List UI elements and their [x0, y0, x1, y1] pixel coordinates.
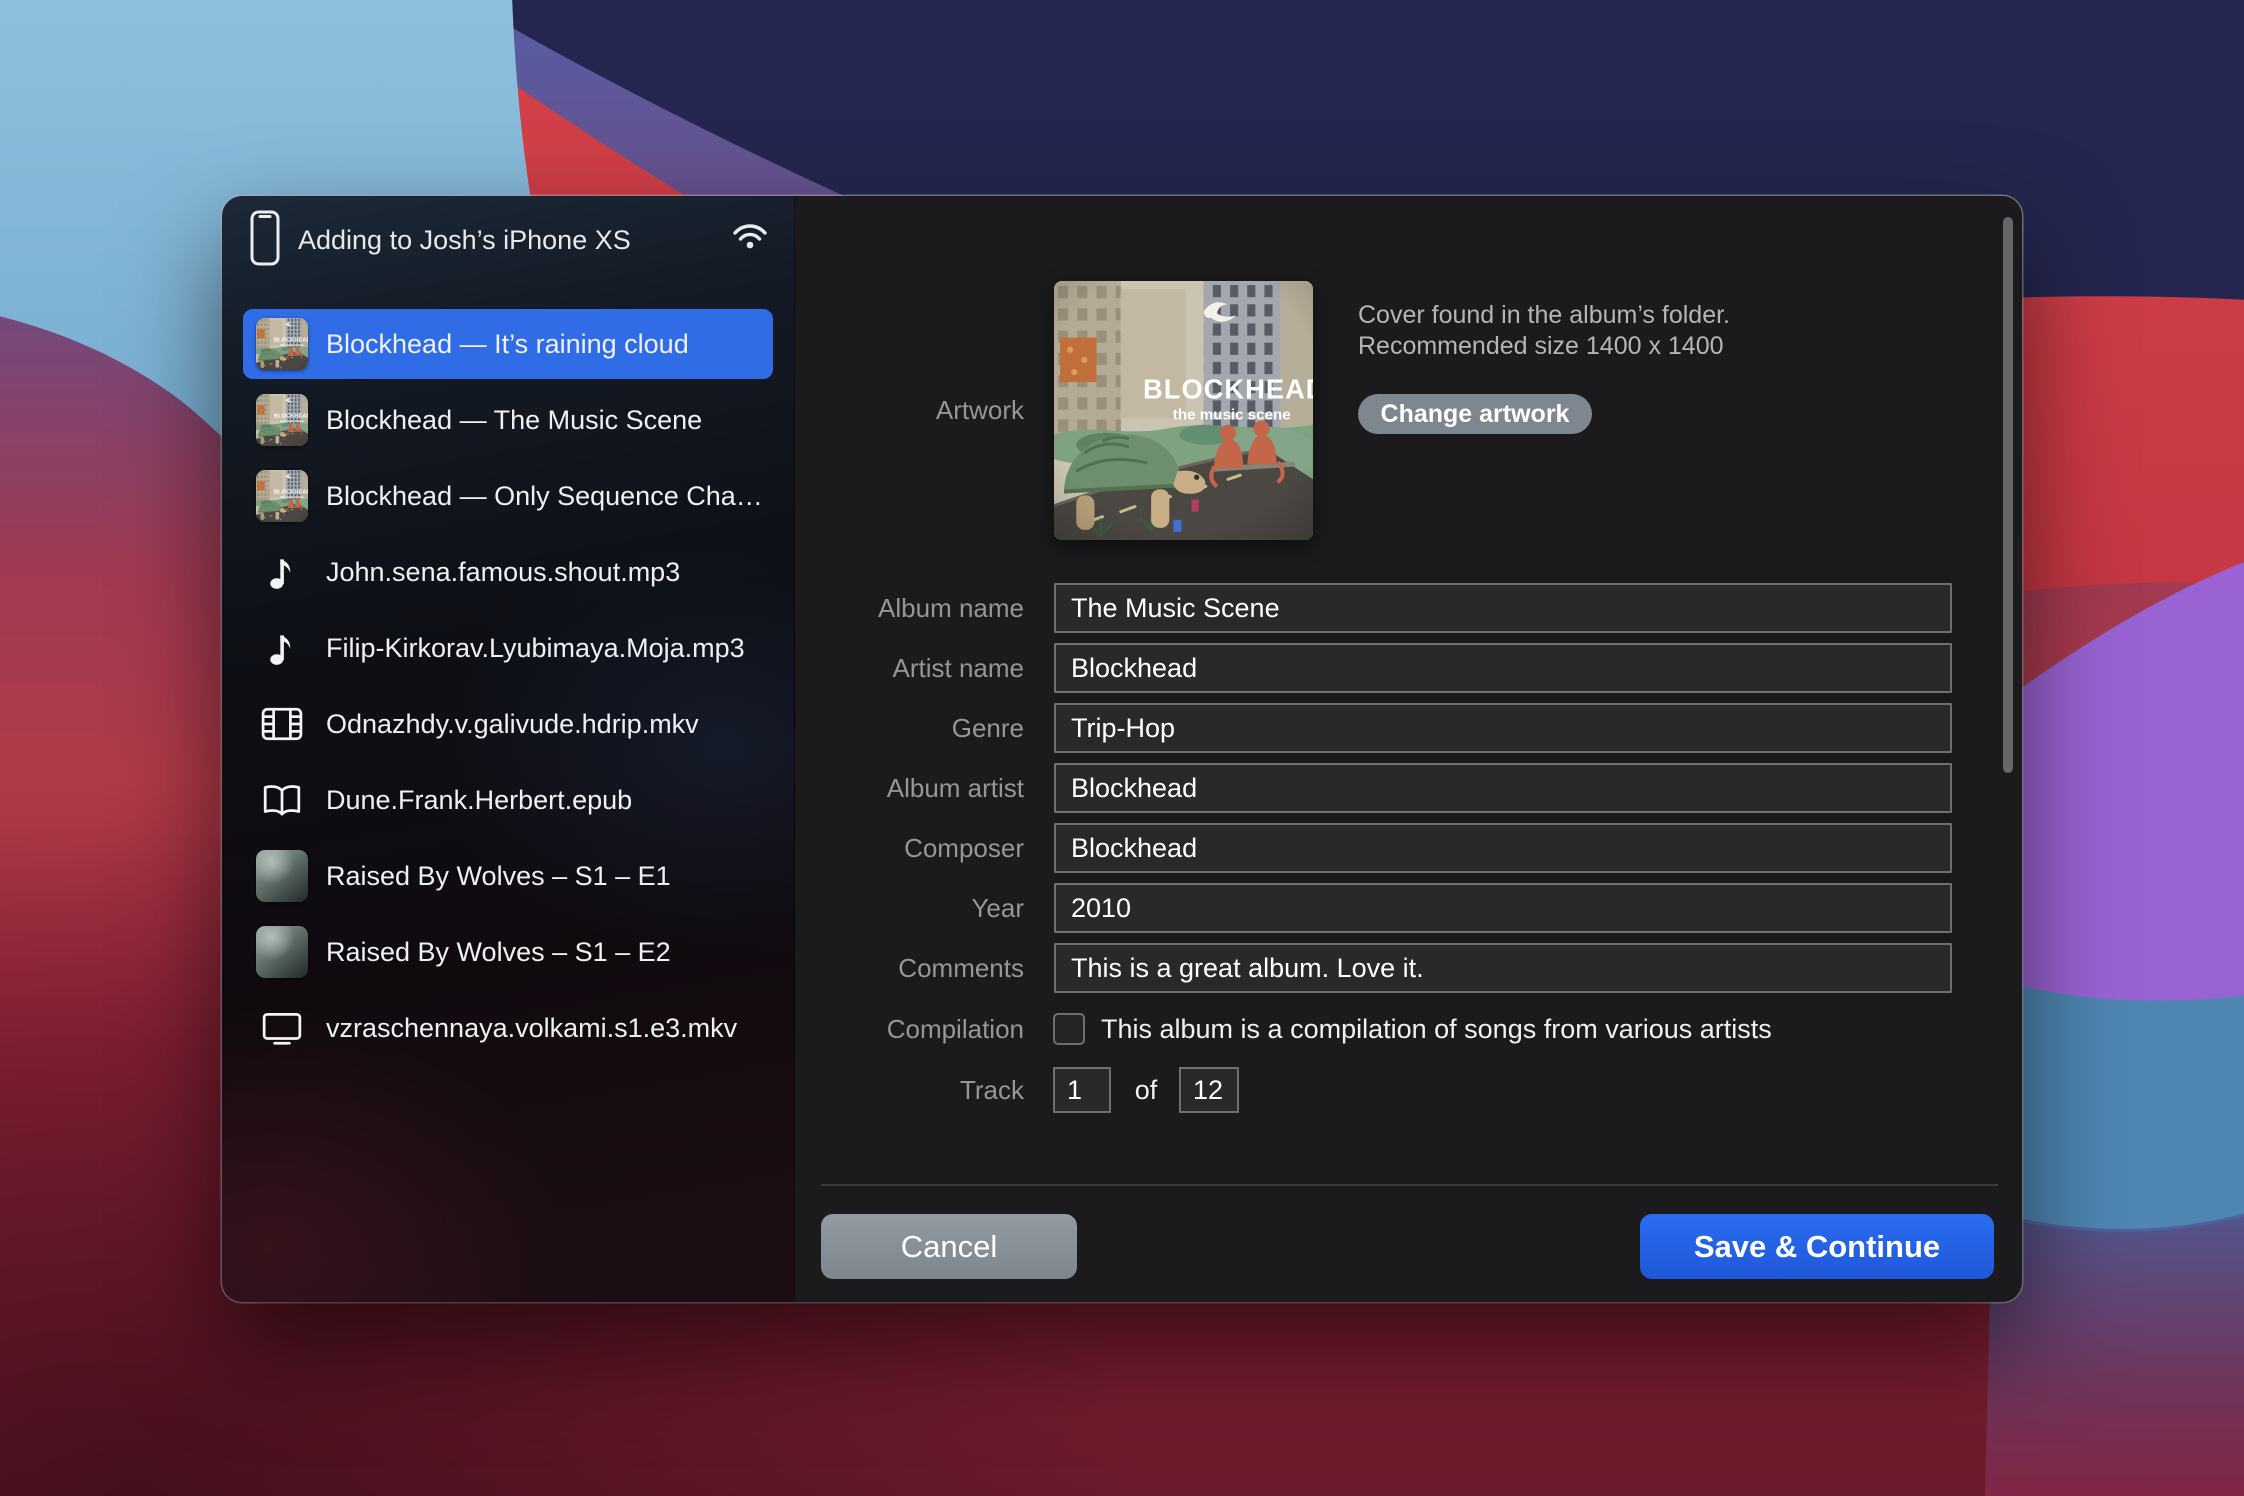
footer-divider	[821, 1184, 1998, 1186]
list-item[interactable]: Blockhead — It’s raining cloud	[243, 309, 773, 379]
music-note-icon	[256, 622, 308, 674]
field-label: Comments	[795, 943, 1024, 993]
comments-input[interactable]	[1054, 943, 1952, 993]
album-name-input[interactable]	[1054, 583, 1952, 633]
genre-input[interactable]	[1054, 703, 1952, 753]
artwork-hint-line2: Recommended size 1400 x 1400	[1358, 331, 1730, 362]
metadata-panel: Artwork Cover found in the album’s folde…	[795, 196, 2022, 1302]
list-item[interactable]: Raised By Wolves – S1 – E1	[243, 841, 773, 911]
video-thumb	[256, 850, 308, 902]
list-item[interactable]: Odnazhdy.v.galivude.hdrip.mkv	[243, 689, 773, 759]
compilation-label: Compilation	[795, 1013, 1024, 1045]
tv-icon	[256, 1002, 308, 1054]
list-item[interactable]: vzraschennaya.volkami.s1.e3.mkv	[243, 993, 773, 1063]
list-item[interactable]: John.sena.famous.shout.mp3	[243, 537, 773, 607]
album-art-thumb	[256, 470, 308, 522]
album-art-thumb	[256, 318, 308, 370]
save-continue-button[interactable]: Save & Continue	[1640, 1214, 1994, 1279]
field-label: Composer	[795, 823, 1024, 873]
artwork-label: Artwork	[795, 281, 1024, 540]
sidebar: Adding to Josh’s iPhone XS Blockhead — I…	[222, 196, 795, 1302]
list-item-label: Raised By Wolves – S1 – E2	[326, 937, 671, 968]
list-item-label: Blockhead — Only Sequence Cha…	[326, 481, 763, 512]
list-item[interactable]: Blockhead — Only Sequence Cha…	[243, 461, 773, 531]
field-label: Album name	[795, 583, 1024, 633]
list-item-label: vzraschennaya.volkami.s1.e3.mkv	[326, 1013, 737, 1044]
track-number-input[interactable]	[1053, 1067, 1111, 1113]
artist-name-input[interactable]	[1054, 643, 1952, 693]
album-artist-input[interactable]	[1054, 763, 1952, 813]
wifi-icon	[732, 222, 768, 250]
scrollbar-thumb[interactable]	[2003, 217, 2013, 773]
compilation-checkbox[interactable]	[1053, 1013, 1085, 1045]
list-item-label: Blockhead — It’s raining cloud	[326, 329, 689, 360]
artwork-hint: Cover found in the album’s folder. Recom…	[1358, 300, 1730, 362]
field-label: Genre	[795, 703, 1024, 753]
film-icon	[256, 698, 308, 750]
list-item[interactable]: Raised By Wolves – S1 – E2	[243, 917, 773, 987]
cancel-button[interactable]: Cancel	[821, 1214, 1077, 1279]
album-artwork	[1054, 281, 1313, 540]
track-label: Track	[795, 1067, 1024, 1113]
video-thumb	[256, 926, 308, 978]
compilation-checkbox-label: This album is a compilation of songs fro…	[1101, 1013, 1772, 1045]
book-icon	[256, 774, 308, 826]
year-input[interactable]	[1054, 883, 1952, 933]
app-window: Adding to Josh’s iPhone XS Blockhead — I…	[222, 196, 2022, 1302]
list-item[interactable]: Dune.Frank.Herbert.epub	[243, 765, 773, 835]
file-list: Blockhead — It’s raining cloud Blockhead…	[243, 309, 773, 1069]
window-title: Adding to Josh’s iPhone XS	[298, 196, 631, 284]
album-art-thumb	[256, 394, 308, 446]
change-artwork-button[interactable]: Change artwork	[1358, 394, 1592, 434]
list-item-label: Filip-Kirkorav.Lyubimaya.Moja.mp3	[326, 633, 745, 664]
sidebar-header: Adding to Josh’s iPhone XS	[222, 196, 794, 284]
field-label: Album artist	[795, 763, 1024, 813]
music-note-icon	[256, 546, 308, 598]
list-item-label: Dune.Frank.Herbert.epub	[326, 785, 632, 816]
list-item-label: John.sena.famous.shout.mp3	[326, 557, 680, 588]
list-item-label: Raised By Wolves – S1 – E1	[326, 861, 671, 892]
artwork-hint-line1: Cover found in the album’s folder.	[1358, 300, 1730, 331]
list-item[interactable]: Filip-Kirkorav.Lyubimaya.Moja.mp3	[243, 613, 773, 683]
list-item-label: Blockhead — The Music Scene	[326, 405, 702, 436]
list-item-label: Odnazhdy.v.galivude.hdrip.mkv	[326, 709, 699, 740]
composer-input[interactable]	[1054, 823, 1952, 873]
field-label: Artist name	[795, 643, 1024, 693]
track-total-input[interactable]	[1179, 1067, 1239, 1113]
field-label: Year	[795, 883, 1024, 933]
iphone-icon	[250, 210, 280, 266]
list-item[interactable]: Blockhead — The Music Scene	[243, 385, 773, 455]
track-of-label: of	[1134, 1067, 1158, 1113]
